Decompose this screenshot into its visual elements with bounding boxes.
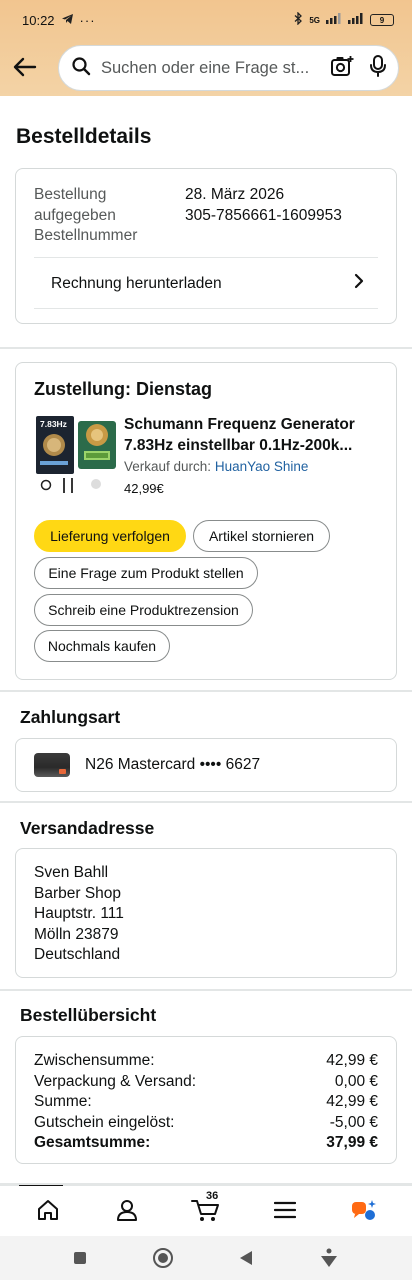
address-street: Hauptstr. 111 — [34, 905, 124, 922]
summary-label: Zwischensumme: — [34, 1052, 155, 1069]
address-company: Barber Shop — [34, 884, 122, 902]
back-button[interactable] — [8, 52, 42, 82]
battery-level: 9 — [379, 15, 385, 25]
payment-title: Zahlungsart — [20, 707, 121, 727]
summary-value: 42,99 € — [326, 1052, 378, 1069]
system-nav-bar — [0, 1236, 412, 1280]
delivery-title: Zustellung: Dienstag — [34, 379, 213, 399]
product-image-label: 7.83Hz — [40, 419, 67, 429]
product-image[interactable]: 7.83Hz — [34, 413, 120, 499]
sold-by-label: Verkauf durch: — [124, 459, 212, 474]
summary-total-row: Gesamtsumme: 37,99 € — [34, 1133, 378, 1154]
product-price: 42,99€ — [124, 481, 164, 496]
write-review-button[interactable]: Schreib eine Produktrezension — [34, 594, 253, 626]
home-icon — [37, 1200, 58, 1220]
section-divider — [0, 690, 412, 692]
summary-label: Verpackung & Versand: — [34, 1072, 197, 1090]
product-title-line-1: Schumann Frequenz Generator — [124, 416, 355, 433]
payment-method: N26 Mastercard •••• 6627 — [85, 756, 261, 773]
search-bar[interactable]: Suchen oder eine Frage st... — [58, 45, 399, 91]
account-icon — [116, 1200, 137, 1221]
top-bar: 10:22 ··· 5G 9 Suchen oder eine Frage st… — [0, 0, 412, 96]
summary-row: Zwischensumme: 42,99 € — [34, 1051, 378, 1072]
battery-icon: 9 — [370, 14, 394, 26]
product-seller: Verkauf durch: HuanYao Shine — [124, 459, 308, 474]
home-button-icon[interactable] — [152, 1247, 174, 1269]
signal-icon-2 — [348, 13, 364, 27]
section-divider — [0, 989, 412, 991]
back-arrow-icon — [13, 57, 37, 77]
microphone-icon[interactable] — [370, 54, 386, 82]
payment-card: N26 Mastercard •••• 6627 — [15, 738, 397, 792]
order-details-card: Bestellung aufgegeben Bestellnummer 28. … — [15, 168, 397, 324]
section-divider — [0, 347, 412, 349]
summary-value: -5,00 € — [329, 1113, 378, 1131]
seller-link[interactable]: HuanYao Shine — [215, 459, 309, 474]
order-date-label: Bestellung — [34, 186, 107, 203]
ask-question-button[interactable]: Eine Frage zum Produkt stellen — [34, 557, 258, 589]
nav-home[interactable] — [18, 1188, 78, 1232]
divider — [34, 257, 378, 258]
product-title-line-2: 7.83Hz einstellbar 0.1Hz-200k... — [124, 436, 353, 454]
bottom-nav: 36 — [0, 1186, 412, 1234]
telegram-icon — [61, 13, 74, 28]
status-time: 10:22 — [22, 12, 55, 28]
address-name: Sven Bahll — [34, 864, 109, 881]
summary-value: 42,99 € — [326, 1093, 378, 1110]
summary-title: Bestellübersicht — [20, 1005, 157, 1025]
summary-total-label: Gesamtsumme: — [34, 1134, 151, 1151]
cart-count: 36 — [205, 1190, 219, 1202]
address-city: Mölln 23879 — [34, 925, 119, 943]
summary-label: Gutschein eingelöst: — [34, 1113, 175, 1131]
search-icon — [71, 56, 91, 81]
summary-label: Summe: — [34, 1093, 92, 1110]
search-input[interactable]: Suchen oder eine Frage st... — [101, 59, 322, 78]
status-bar: 10:22 ··· 5G 9 — [0, 0, 412, 40]
credit-card-icon — [34, 753, 70, 777]
signal-icon — [326, 13, 342, 27]
menu-icon — [274, 1201, 297, 1219]
order-summary-card: Zwischensumme: 42,99 € Verpackung & Vers… — [15, 1036, 397, 1164]
network-label: 5G — [309, 15, 320, 25]
shipping-address-card: Sven Bahll Barber Shop Hauptstr. 111 Möl… — [15, 848, 397, 978]
back-triangle-icon[interactable] — [238, 1249, 254, 1267]
buy-again-button[interactable]: Nochmals kaufen — [34, 630, 170, 662]
summary-row: Verpackung & Versand: 0,00 € — [34, 1072, 378, 1093]
chevron-right-icon — [354, 273, 364, 294]
download-invoice-label: Rechnung herunterladen — [51, 274, 222, 292]
nav-rufus[interactable] — [334, 1188, 394, 1232]
summary-row: Gutschein eingelöst: -5,00 € — [34, 1113, 378, 1134]
recent-apps-icon[interactable] — [72, 1250, 88, 1266]
order-labels: Bestellung aufgegeben Bestellnummer — [34, 185, 137, 247]
nav-cart[interactable]: 36 — [176, 1188, 236, 1232]
page-title: Bestelldetails — [16, 125, 152, 148]
order-values: 28. März 2026 305-7856661-1609953 — [185, 185, 342, 226]
camera-search-icon[interactable] — [330, 55, 354, 82]
divider — [34, 308, 378, 309]
rufus-icon — [352, 1200, 377, 1220]
product-title[interactable]: Schumann Frequenz Generator 7.83Hz einst… — [124, 415, 384, 456]
more-notifications-icon: ··· — [79, 12, 96, 28]
section-divider — [0, 801, 412, 803]
order-date-label-2: aufgegeben — [34, 206, 116, 224]
nav-menu[interactable] — [255, 1188, 315, 1232]
delivery-card: Zustellung: Dienstag 7.83Hz Schumann Fre… — [15, 362, 397, 680]
order-number: 305-7856661-1609953 — [185, 206, 342, 224]
summary-value: 0,00 € — [334, 1072, 378, 1090]
accessibility-icon[interactable] — [318, 1247, 340, 1269]
bluetooth-icon — [294, 11, 303, 28]
cancel-item-button[interactable]: Artikel stornieren — [193, 520, 330, 552]
address-country: Deutschland — [34, 946, 121, 963]
summary-total-value: 37,99 € — [326, 1134, 378, 1151]
order-number-label: Bestellnummer — [34, 227, 138, 244]
download-invoice-row[interactable]: Rechnung herunterladen — [34, 260, 378, 307]
track-delivery-button[interactable]: Lieferung verfolgen — [34, 520, 186, 552]
order-date: 28. März 2026 — [185, 186, 285, 203]
nav-account[interactable] — [97, 1188, 157, 1232]
summary-row: Summe: 42,99 € — [34, 1092, 378, 1113]
shipping-title: Versandadresse — [20, 818, 155, 838]
